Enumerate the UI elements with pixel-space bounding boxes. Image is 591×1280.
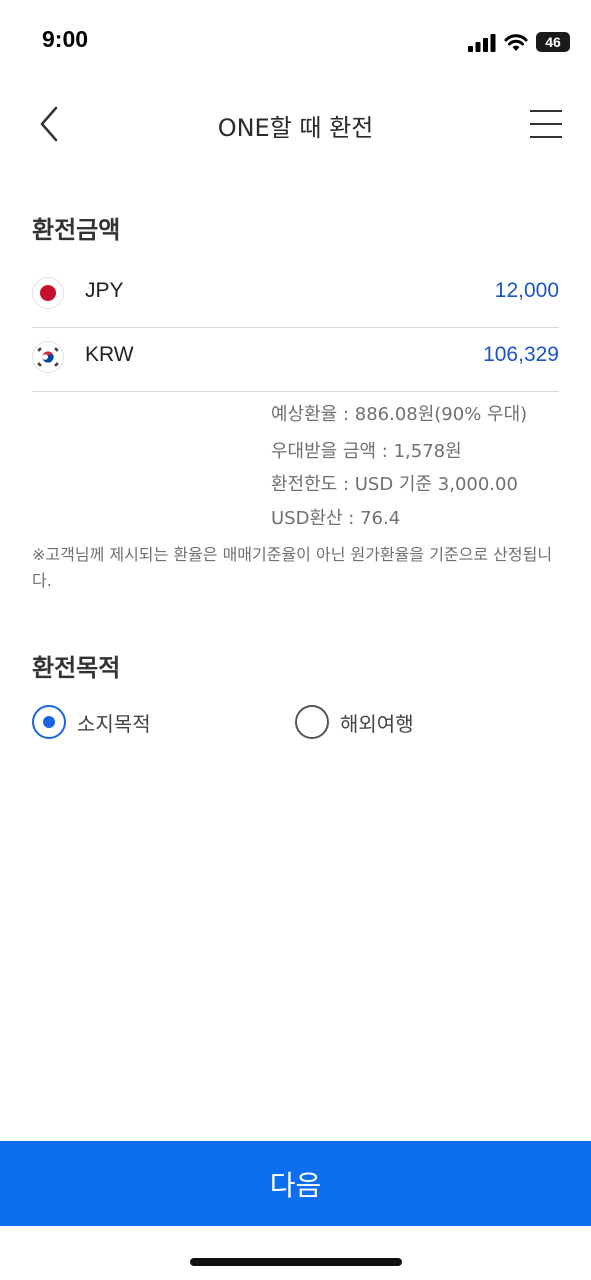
status-time: 9:00 (42, 26, 89, 52)
currency-amount-input[interactable]: 12,000 (495, 279, 559, 303)
status-bar: 9:00 46 (0, 0, 591, 80)
usd-conversion-text: USD환산 : 76.4 (271, 508, 401, 529)
battery-level: 46 (545, 34, 561, 50)
currency-amount-value: 106,329 (483, 343, 559, 366)
currency-row-jpy[interactable]: JPY 12,000 (32, 263, 559, 328)
battery-icon: 46 (536, 32, 570, 52)
purpose-option-holding[interactable]: 소지목적 (32, 705, 232, 741)
currency-row-krw[interactable]: KRW 106,329 (32, 327, 559, 392)
radio-unchecked-icon[interactable] (295, 705, 329, 739)
rate-notice: ※고객님께 제시되는 환율은 매매기준율이 아닌 원가환율을 기준으로 산정됩니… (32, 545, 553, 590)
japan-flag-icon (32, 277, 64, 309)
exchange-purpose-title: 환전목적 (32, 654, 121, 682)
currency-code: KRW (85, 343, 134, 366)
page-title: ONE할 때 환전 (217, 114, 374, 142)
exchange-limit-text: 환전한도 : USD 기준 3,000.00 (271, 474, 518, 495)
radio-label: 해외여행 (340, 712, 414, 736)
korea-flag-icon (32, 341, 64, 373)
radio-label: 소지목적 (77, 712, 151, 736)
hamburger-menu-icon[interactable] (528, 108, 564, 140)
purpose-radio-group: 소지목적 해외여행 (32, 705, 559, 741)
expected-rate-text: 예상환율 : 886.08원(90% 우대) (271, 404, 528, 425)
header: ONE할 때 환전 (0, 90, 591, 160)
wifi-icon (504, 34, 528, 51)
radio-checked-icon[interactable] (32, 705, 66, 739)
next-button[interactable]: 다음 (0, 1141, 591, 1226)
home-indicator (190, 1258, 402, 1266)
purpose-option-travel[interactable]: 해외여행 (295, 705, 495, 741)
cellular-signal-icon (468, 34, 496, 52)
preferential-amount-text: 우대받을 금액 : 1,578원 (271, 441, 462, 462)
currency-code: JPY (85, 279, 124, 302)
exchange-amount-title: 환전금액 (32, 216, 121, 244)
